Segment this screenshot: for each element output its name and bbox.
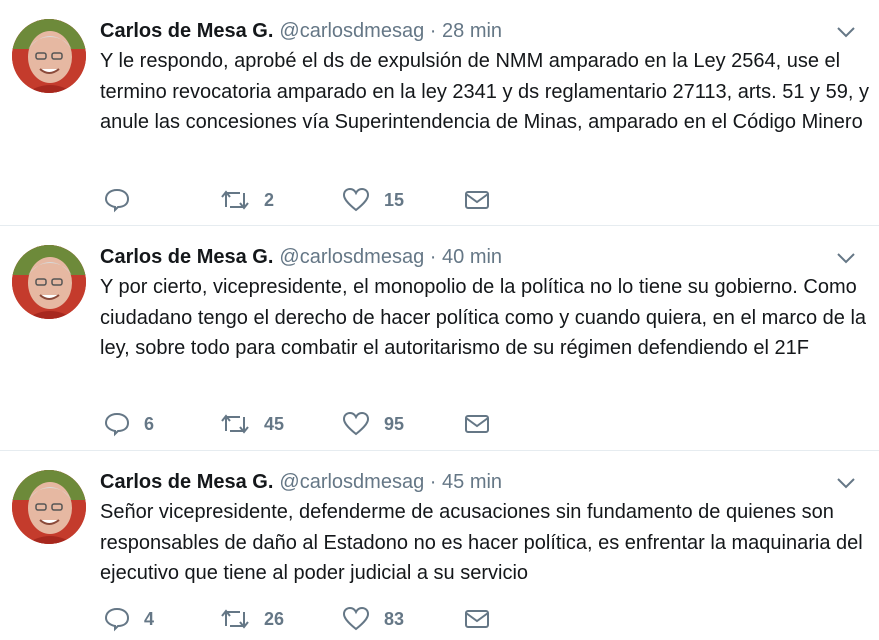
- display-name[interactable]: Carlos de Mesa G.: [100, 246, 273, 268]
- retweet-count: 2: [264, 189, 275, 210]
- tweet-text: Y por cierto, vicepresidente, el monopol…: [100, 276, 867, 359]
- like-button[interactable]: 95: [342, 409, 404, 439]
- reply-button[interactable]: 4: [104, 604, 154, 634]
- avatar[interactable]: [12, 470, 86, 544]
- retweet-count: 45: [264, 413, 285, 434]
- chevron-down-icon[interactable]: [834, 473, 858, 493]
- timestamp[interactable]: 28 min: [442, 20, 502, 42]
- heart-icon: [342, 411, 370, 437]
- timestamp[interactable]: 40 min: [442, 246, 502, 268]
- direct-message-button[interactable]: [464, 604, 490, 634]
- reply-count: 6: [144, 413, 155, 434]
- retweet-icon: [220, 411, 250, 437]
- heart-icon: [342, 187, 370, 213]
- like-count: 15: [384, 189, 405, 210]
- tweet-text: Señor vicepresidente, defenderme de acus…: [100, 501, 863, 584]
- retweet-icon: [220, 187, 250, 213]
- like-count: 95: [384, 413, 405, 434]
- separator-dot: ·: [429, 20, 437, 42]
- envelope-icon: [464, 607, 490, 631]
- display-name[interactable]: Carlos de Mesa G.: [100, 471, 273, 493]
- separator-dot: ·: [429, 246, 437, 268]
- avatar[interactable]: [12, 245, 86, 319]
- tweet-header: Carlos de Mesa G. @carlosdmesag · 28 min: [100, 17, 502, 45]
- tweet-text: Y le respondo, aprobé el ds de expulsión…: [100, 50, 869, 133]
- direct-message-button[interactable]: [464, 185, 490, 215]
- tweet-header: Carlos de Mesa G. @carlosdmesag · 40 min: [100, 243, 502, 271]
- reply-icon: [104, 187, 130, 213]
- like-button[interactable]: 15: [342, 185, 404, 215]
- direct-message-button[interactable]: [464, 409, 490, 439]
- user-handle[interactable]: @carlosdmesag: [279, 471, 424, 493]
- tweet[interactable]: Carlos de Mesa G. @carlosdmesag · 45 min …: [0, 451, 879, 640]
- heart-icon: [342, 606, 370, 632]
- timestamp[interactable]: 45 min: [442, 471, 502, 493]
- tweet[interactable]: Carlos de Mesa G. @carlosdmesag · 28 min …: [0, 0, 879, 226]
- reply-icon: [104, 606, 130, 632]
- reply-icon: [104, 411, 130, 437]
- tweet-header: Carlos de Mesa G. @carlosdmesag · 45 min: [100, 468, 502, 496]
- retweet-button[interactable]: 26: [220, 604, 284, 634]
- display-name[interactable]: Carlos de Mesa G.: [100, 20, 273, 42]
- separator-dot: ·: [429, 471, 437, 493]
- tweet[interactable]: Carlos de Mesa G. @carlosdmesag · 40 min …: [0, 226, 879, 451]
- user-handle[interactable]: @carlosdmesag: [279, 20, 424, 42]
- reply-button[interactable]: 6: [104, 409, 154, 439]
- like-count: 83: [384, 608, 405, 629]
- retweet-button[interactable]: 2: [220, 185, 274, 215]
- chevron-down-icon[interactable]: [834, 248, 858, 268]
- retweet-count: 26: [264, 608, 285, 629]
- envelope-icon: [464, 188, 490, 212]
- user-handle[interactable]: @carlosdmesag: [279, 246, 424, 268]
- envelope-icon: [464, 412, 490, 436]
- like-button[interactable]: 83: [342, 604, 404, 634]
- reply-button[interactable]: [104, 185, 144, 215]
- avatar[interactable]: [12, 19, 86, 93]
- retweet-icon: [220, 606, 250, 632]
- chevron-down-icon[interactable]: [834, 22, 858, 42]
- reply-count: 4: [144, 608, 155, 629]
- retweet-button[interactable]: 45: [220, 409, 284, 439]
